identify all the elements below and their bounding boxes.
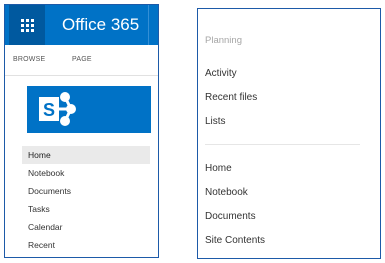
- right-nav-group-1: Activity Recent files Lists: [205, 62, 375, 134]
- sharepoint-logo-icon: S: [39, 92, 76, 126]
- ribbon-tabs: BROWSE PAGE: [5, 45, 158, 76]
- classic-sharepoint-panel: Office 365 BROWSE PAGE S Home Notebook D…: [4, 4, 159, 258]
- site-logo[interactable]: S: [27, 86, 151, 133]
- nav-item-site-contents[interactable]: Site Contents: [205, 229, 375, 253]
- left-nav-item-calendar[interactable]: Calendar: [22, 218, 150, 236]
- svg-text:S: S: [43, 100, 55, 120]
- left-nav-item-tasks[interactable]: Tasks: [22, 200, 150, 218]
- tab-page[interactable]: PAGE: [72, 56, 92, 63]
- suite-bar-divider: [148, 5, 149, 45]
- tab-browse[interactable]: BROWSE: [13, 56, 45, 63]
- suite-bar: Office 365: [5, 5, 158, 45]
- nav-item-notebook[interactable]: Notebook: [205, 181, 375, 205]
- quick-launch-nav: Home Notebook Documents Tasks Calendar R…: [22, 146, 150, 254]
- section-header-planning: Planning: [205, 35, 242, 46]
- nav-item-lists[interactable]: Lists: [205, 110, 375, 134]
- left-nav-item-documents[interactable]: Documents: [22, 182, 150, 200]
- right-nav-group-2: Home Notebook Documents Site Contents: [205, 157, 375, 253]
- left-nav-item-notebook[interactable]: Notebook: [22, 164, 150, 182]
- left-nav-item-home[interactable]: Home: [22, 146, 150, 164]
- nav-item-home[interactable]: Home: [205, 157, 375, 181]
- nav-item-recent-files[interactable]: Recent files: [205, 86, 375, 110]
- left-nav-item-recent[interactable]: Recent: [22, 236, 150, 254]
- nav-divider: [205, 144, 360, 145]
- suite-title[interactable]: Office 365: [62, 15, 139, 35]
- modern-nav-panel: Planning Activity Recent files Lists Hom…: [197, 8, 381, 259]
- nav-item-activity[interactable]: Activity: [205, 62, 375, 86]
- app-launcher-button[interactable]: [9, 5, 45, 45]
- nav-item-documents[interactable]: Documents: [205, 205, 375, 229]
- waffle-icon: [20, 18, 34, 32]
